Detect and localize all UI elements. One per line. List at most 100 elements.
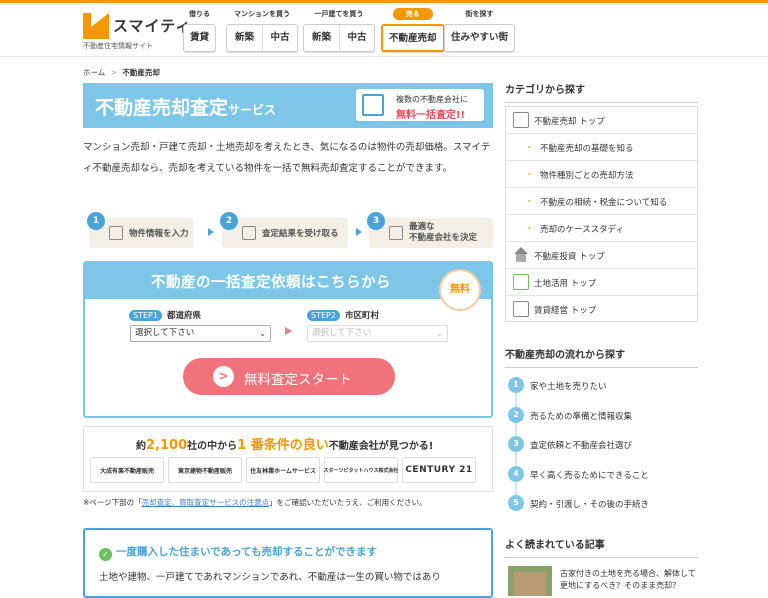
category-list: 不動産売却 トップ ⌄ 不動産売却の基礎を知る ⌄ 物件種別ごとの売却方法 ⌄ …: [505, 106, 698, 322]
category-item[interactable]: 不動産投資 トップ: [506, 242, 697, 269]
chevron-down-icon: ⌄: [259, 329, 266, 338]
land-icon: [513, 274, 529, 290]
nav-sell-button[interactable]: 不動産売却: [383, 26, 443, 50]
hero-badge-line1: 複数の不動産会社に: [396, 95, 468, 104]
document-icon: [242, 226, 256, 240]
companies-prefix: 約: [136, 441, 146, 452]
note-after: 」をご確認いただいたうえ、ご利用ください。: [269, 498, 427, 507]
start-assessment-label: 無料査定スタート: [244, 372, 352, 388]
assessment-form: 不動産の一括査定依頼はこちらから 無料 STEP1 都道府県 選択して下さい ⌄…: [83, 261, 493, 418]
nav-group-sell: 売る 不動産売却: [381, 8, 445, 52]
caution-note: ※ページ下部の「売却査定、買取査定サービスの注意点」をご確認いただいたうえ、ご利…: [83, 497, 427, 508]
nav-rent-button[interactable]: 賃貸: [184, 25, 215, 51]
category-label: 土地活用 トップ: [534, 279, 597, 289]
nav-mansion-used-button[interactable]: 中古: [262, 25, 297, 51]
flow-number: 1: [508, 377, 524, 393]
company-logo: 住友林業ホームサービス: [246, 457, 320, 483]
document-yen-icon: [362, 94, 384, 116]
building-icon: [389, 226, 403, 240]
nav-mansion-new-button[interactable]: 新築: [227, 25, 262, 51]
nav-house-used-button[interactable]: 中古: [339, 25, 374, 51]
site-logo[interactable]: スマイティ 不動産住宅情報サイト: [83, 11, 190, 53]
category-label: 不動産投資 トップ: [534, 252, 605, 262]
nav-group-town: 街を探す 住みやすい街: [444, 8, 516, 52]
step-2: 2 査定結果を受け取る: [220, 212, 348, 248]
step2-label: 市区町村: [345, 311, 380, 321]
nav-caption-active: 売る: [393, 8, 433, 20]
logo-tagline: 不動産住宅情報サイト: [83, 42, 153, 50]
breadcrumb-current: 不動産売却: [122, 68, 160, 77]
category-subitem[interactable]: ⌄ 不動産売却の基礎を知る: [506, 134, 697, 161]
nav-caption: 街を探す: [465, 10, 494, 18]
category-subitem[interactable]: ⌄ 物件種別ごとの売却方法: [506, 161, 697, 188]
flow-number: 2: [508, 407, 524, 423]
breadcrumb-home-link[interactable]: ホーム: [83, 68, 105, 77]
step-1: 1 物件情報を入力: [87, 212, 193, 248]
flow-heading: 不動産売却の流れから探す: [505, 346, 698, 368]
category-label: 不動産売却 トップ: [534, 117, 605, 127]
partner-companies: 約2,100社の中から1 番条件の良い不動産会社が見つかる! 大成有楽不動産販売…: [83, 426, 493, 492]
companies-count: 2,100: [146, 438, 188, 453]
category-subitem[interactable]: ⌄ 不動産の相続・税金について知る: [506, 188, 697, 215]
category-label: 売却のケーススタディ: [540, 225, 624, 235]
step2-chip: STEP2: [307, 310, 340, 321]
flow-label: 早く高く売るためにできること: [530, 471, 649, 481]
chevron-right-icon: >: [213, 366, 234, 387]
chevron-down-icon: ⌄: [526, 222, 533, 231]
companies-headline: 約2,100社の中から1 番条件の良い不動産会社が見つかる!: [136, 434, 433, 453]
document-icon: [513, 112, 529, 128]
company-logo: 大成有楽不動産販売: [90, 457, 164, 483]
category-label: 物件種別ごとの売却方法: [540, 171, 634, 181]
note-before: ※ページ下部の「: [83, 498, 142, 507]
nav-group-mansion: マンションを買う 新築 中古: [226, 8, 298, 52]
category-subitem[interactable]: ⌄ 売却のケーススタディ: [506, 215, 697, 242]
nav-caption: マンションを買う: [234, 10, 290, 18]
step-number: 1: [87, 212, 105, 230]
arrow-right-icon: [208, 228, 214, 236]
hero-badge-line2: 無料一括査定!!: [396, 110, 466, 121]
step-label: 最適な 不動産会社を決定: [409, 222, 477, 244]
step1-chip: STEP1: [129, 310, 162, 321]
chevron-down-icon: ⌄: [526, 195, 533, 204]
hero-title-suffix: サービス: [228, 103, 277, 117]
category-item[interactable]: 不動産売却 トップ: [506, 107, 697, 134]
hero-title: 不動産売却査定サービス: [95, 93, 276, 120]
nav-town-button[interactable]: 住みやすい街: [445, 25, 514, 51]
companies-middle: 社の中から: [187, 441, 238, 452]
nav-caption: 一戸建てを買う: [314, 10, 364, 18]
flow-label: 家や土地を売りたい: [530, 382, 607, 392]
hero-banner: 不動産売却査定サービス 複数の不動産会社に 無料一括査定!!: [83, 83, 493, 128]
flow-label: 査定依頼と不動産会社選び: [530, 441, 633, 451]
caution-link[interactable]: 売却査定、買取査定サービスの注意点: [142, 498, 270, 507]
prefecture-select[interactable]: 選択して下さい ⌄: [130, 325, 271, 342]
prefecture-select-value: 選択して下さい: [135, 328, 195, 338]
arrow-right-icon: [356, 228, 362, 236]
city-select[interactable]: 選択して下さい ⌄: [307, 325, 448, 342]
free-badge: 無料: [439, 269, 481, 311]
city-select-value: 選択して下さい: [312, 328, 372, 338]
process-steps: 1 物件情報を入力 2 査定結果を受け取る 3 最適な 不動産会社を決定: [83, 212, 493, 250]
info-box-title: ✓ 一度購入した住まいであっても売却することができます: [99, 544, 377, 561]
hero-badge: 複数の不動産会社に 無料一括査定!!: [356, 89, 484, 121]
nav-house-new-button[interactable]: 新築: [304, 25, 339, 51]
chevron-down-icon: ⌄: [436, 329, 443, 338]
breadcrumb-separator: >: [110, 68, 117, 77]
companies-highlight: 1 番条件の良い: [237, 438, 329, 453]
companies-suffix: 不動産会社が見つかる!: [328, 441, 434, 452]
company-logo: CENTURY 21: [402, 457, 476, 483]
step-label-line1: 最適な: [409, 222, 435, 232]
nav-group-house: 一戸建てを買う 新築 中古: [303, 8, 375, 52]
start-assessment-button[interactable]: > 無料査定スタート: [183, 358, 395, 395]
step-number: 2: [220, 212, 238, 230]
form-title: 不動産の一括査定依頼はこちらから: [151, 275, 391, 291]
logo-name: スマイティ: [113, 17, 192, 35]
popular-article[interactable]: 古家付きの土地を売る場合、解体して更地にするべき？そのまま売却？: [508, 566, 698, 596]
step-label: 物件情報を入力: [129, 229, 189, 239]
check-circle-icon: ✓: [99, 548, 112, 561]
flow-number: 4: [508, 466, 524, 482]
category-item[interactable]: 賃貸経営 トップ: [506, 296, 697, 323]
company-logos: 大成有楽不動産販売 東京建物不動産販売 住友林業ホームサービス スターツピタット…: [90, 457, 476, 483]
flow-label: 売るための準備と情報収集: [530, 412, 633, 422]
popular-heading: よく読まれている記事: [505, 536, 698, 558]
category-item[interactable]: 土地活用 トップ: [506, 269, 697, 296]
